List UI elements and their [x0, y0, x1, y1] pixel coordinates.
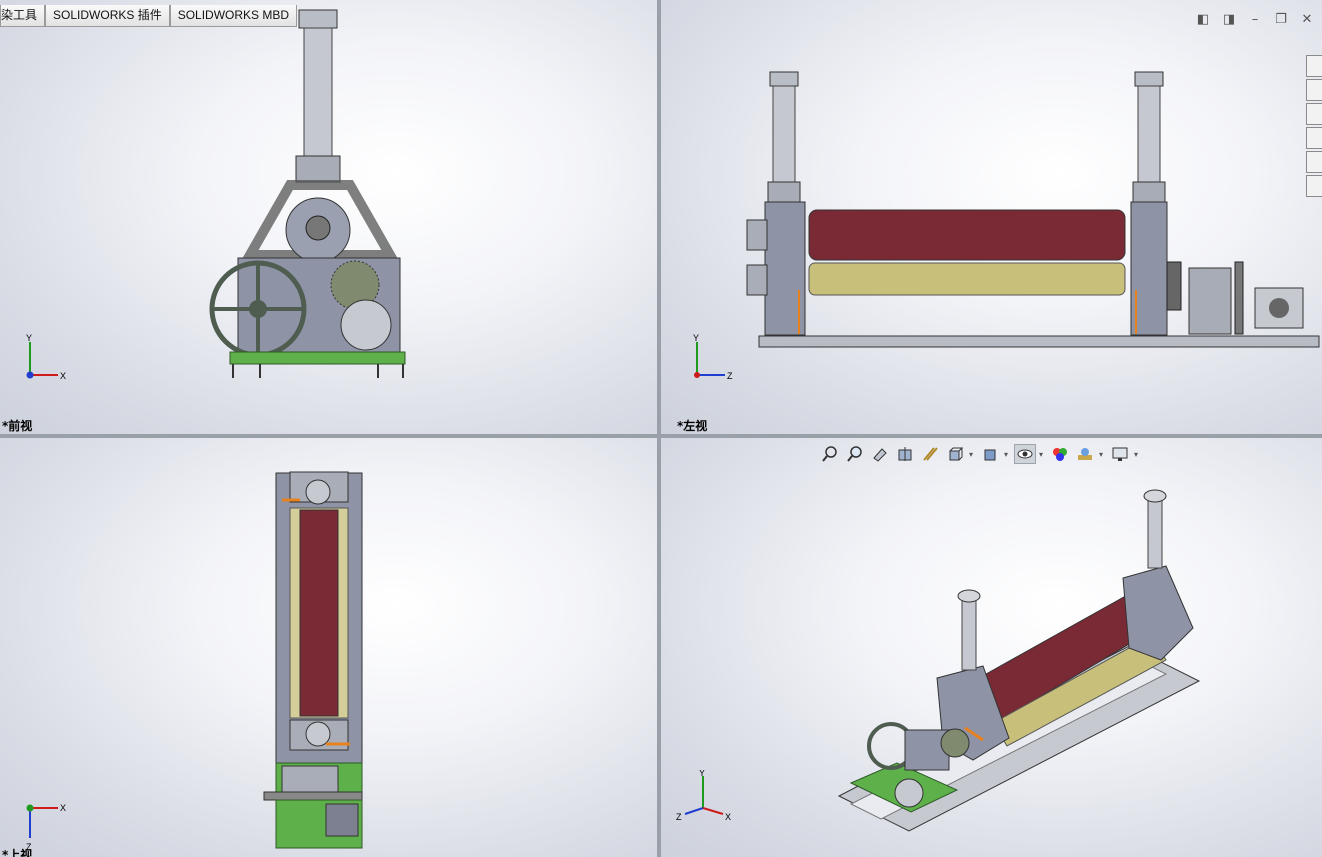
tab-solidworks-mbd[interactable]: SOLIDWORKS MBD [169, 5, 298, 27]
home-icon[interactable] [1306, 55, 1322, 77]
axis-label-y: Y [699, 770, 705, 778]
axis-label-z: Z [676, 812, 682, 822]
restore-icon[interactable]: ❐ [1272, 12, 1290, 28]
command-manager-tabs: 染工具 SOLIDWORKS 插件 SOLIDWORKS MBD [0, 5, 298, 27]
tab-render-tools[interactable]: 染工具 [0, 5, 46, 27]
viewport-label-front: *前视 [2, 419, 33, 433]
triad-icon: Y X [26, 333, 66, 381]
viewport-left[interactable]: ◧ ◨ – ❐ ✕ Y Z *左视 [661, 0, 1322, 434]
task-pane-tabs [1306, 55, 1322, 199]
triad-icon: Y X Z [676, 770, 731, 822]
left-view-model [746, 71, 1320, 348]
3d-part-icon[interactable] [1306, 79, 1322, 101]
axis-label-y: Y [693, 333, 699, 343]
viewport-isometric[interactable]: ▾ ▾ ▾ ▾ ▾ Y X Z [661, 438, 1322, 857]
axis-label-z: Z [727, 371, 733, 381]
isometric-view-model [837, 489, 1201, 832]
viewport-front[interactable]: Y X *前视 [0, 0, 657, 434]
triad-icon: Y Z [693, 333, 733, 381]
top-view-model [263, 471, 363, 849]
view-palette-icon[interactable] [1306, 127, 1322, 149]
viewport-window-controls: ◧ ◨ – ❐ ✕ [1194, 12, 1316, 28]
close-icon[interactable]: ✕ [1298, 12, 1316, 28]
axis-label-x: X [60, 371, 66, 381]
axis-label-x: X [60, 803, 66, 813]
next-viewport-icon[interactable]: ◨ [1220, 12, 1238, 28]
viewport-top[interactable]: X Z *上视 [0, 438, 657, 857]
appearance-icon[interactable] [1306, 151, 1322, 173]
viewport-label-left: *左视 [677, 419, 708, 433]
minimize-icon[interactable]: – [1246, 12, 1264, 28]
front-view-model [209, 9, 406, 378]
custom-properties-icon[interactable] [1306, 175, 1322, 197]
tab-solidworks-addins[interactable]: SOLIDWORKS 插件 [45, 5, 170, 27]
prev-viewport-icon[interactable]: ◧ [1194, 12, 1212, 28]
viewport-label-top: *上视 [2, 848, 33, 857]
file-explorer-icon[interactable] [1306, 103, 1322, 125]
axis-label-x: X [725, 812, 731, 822]
axis-label-y: Y [26, 333, 32, 343]
